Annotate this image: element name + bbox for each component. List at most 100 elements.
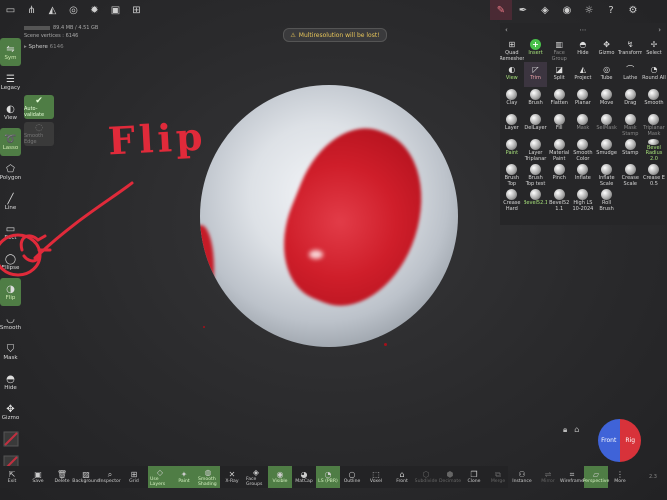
bottom-label: Exit <box>7 479 17 484</box>
bottom-visible-button[interactable]: ◉ Visible <box>268 466 292 488</box>
bottom-merge-button[interactable]: ⧉ Merge <box>486 466 510 488</box>
tool-crease-scale[interactable]: Crease Scale <box>618 162 642 187</box>
bottom-more-button[interactable]: ⋮ More <box>608 466 632 488</box>
lock-icon[interactable]: 🔒︎ <box>563 425 567 435</box>
tool-stamp[interactable]: Stamp <box>618 137 642 162</box>
tool-fill[interactable]: Fill <box>547 112 571 137</box>
tool-trim[interactable]: ◸ Trim <box>523 62 548 87</box>
tool-insert[interactable]: + Insert <box>524 37 548 62</box>
clone-icon: ❐ <box>470 470 478 479</box>
tool-pinch[interactable]: Pinch <box>547 162 571 187</box>
smoothcolor-icon <box>577 139 589 150</box>
tool-inflate[interactable]: Inflate <box>571 162 595 187</box>
bottom-delete-button[interactable]: 🗑︎ Delete <box>50 466 74 488</box>
tool-bevel52-1-1[interactable]: Bevel52 1.1 <box>547 187 571 212</box>
bottom-clone-button[interactable]: ❐ Clone <box>462 466 486 488</box>
tool-mask[interactable]: Mask <box>571 112 595 137</box>
bottom-grid-button[interactable]: ⊞ Grid <box>122 466 146 488</box>
tool-brush[interactable]: Brush <box>524 87 548 112</box>
tool-label: High LS 10-2024 <box>572 200 594 212</box>
bottom-front-button[interactable]: ⌂ Front <box>390 466 414 488</box>
bottom-exit-button[interactable]: ⇱ Exit <box>0 466 24 488</box>
palette-icon[interactable]: ◈ <box>534 0 556 20</box>
tool-bevel52-1[interactable]: Bevel52.1 <box>524 187 547 212</box>
tool-high-ls-10-2024[interactable]: High LS 10-2024 <box>571 187 595 212</box>
background-icon: ▨ <box>82 470 90 479</box>
eye-icon[interactable]: ◉ <box>556 0 578 20</box>
tool-bevel-radius-2-0[interactable]: Bevel Radius 2.0 <box>642 137 666 162</box>
tool-crease-hard[interactable]: Crease Hard <box>500 187 524 212</box>
tool-label: Inflate <box>574 175 591 181</box>
tool-brush-top[interactable]: Brush Top <box>500 162 524 187</box>
tool-label: Bevel Radius 2.0 <box>645 144 663 162</box>
pen-icon[interactable]: ✒ <box>512 0 534 20</box>
tool-roll-brush[interactable]: Roll Brush <box>595 187 619 212</box>
bottom-background-button[interactable]: ▨ Background <box>72 466 99 488</box>
tool-dellayer[interactable]: DelLayer <box>524 112 548 137</box>
bottom-use-layers-button[interactable]: ◇ Use Layers <box>148 466 172 488</box>
bottom-inspector-button[interactable]: ⌕ Inspector <box>98 466 122 488</box>
tool-selmask[interactable]: SelMask <box>595 112 619 137</box>
tool-split[interactable]: ◪ Split <box>547 62 571 87</box>
tool-quad-remesher[interactable]: ⊞ Quad Remesher <box>500 37 524 62</box>
view-cube[interactable]: Front Rig <box>598 419 641 462</box>
bottom-subdivide-button[interactable]: ⬡ Subdivide <box>414 466 438 488</box>
tool-lathe[interactable]: ⌒ Lathe <box>618 62 642 87</box>
bottom-label: LS (PBR) <box>318 479 338 484</box>
tool-inflate-scale[interactable]: Inflate Scale <box>595 162 619 187</box>
tool-smooth-color[interactable]: Smooth Color <box>571 137 595 162</box>
tool-tube[interactable]: ◎ Tube <box>595 62 619 87</box>
bottom-paint-button[interactable]: ✦ Paint <box>172 466 196 488</box>
tube-icon: ◎ <box>603 65 611 74</box>
decimate-icon: ⬢ <box>446 470 454 479</box>
tool-gizmo[interactable]: ✥ Gizmo <box>595 37 619 62</box>
bottom-x-ray-button[interactable]: ✕ X-Ray <box>220 466 244 488</box>
tool-flatten[interactable]: Flatten <box>547 87 571 112</box>
tool-move[interactable]: Move <box>595 87 619 112</box>
drag-handle-icon[interactable]: ⋯ <box>580 26 587 34</box>
help-icon[interactable]: ? <box>600 0 622 20</box>
tool-view[interactable]: ◐ View <box>500 62 524 87</box>
tool-clay[interactable]: Clay <box>500 87 524 112</box>
sun-icon[interactable]: ☼ <box>578 0 600 20</box>
bottom-decimate-button[interactable]: ⬢ Decimate <box>438 466 462 488</box>
plus-icon: + <box>530 39 542 50</box>
brush-icon[interactable]: ✎ <box>490 0 512 20</box>
tool-brush-top-test[interactable]: Brush Top test <box>524 162 548 187</box>
tool-select[interactable]: ✢ Select <box>642 37 666 62</box>
tool-layer-triplanar[interactable]: Layer Triplanar <box>524 137 548 162</box>
settings-icon[interactable]: ⚙ <box>622 0 644 20</box>
clay-icon <box>506 89 518 100</box>
bevel521-icon <box>530 189 542 200</box>
camera-icon[interactable]: ⌂ <box>574 425 579 435</box>
bottom-instance-button[interactable]: ⚇ Instance <box>510 466 534 488</box>
tool-round-all[interactable]: ◔ Round All <box>642 62 666 87</box>
bottom-outline-button[interactable]: ○ Outline <box>340 466 364 488</box>
bottom-ls-pbr--button[interactable]: ◔ LS (PBR) <box>316 466 340 488</box>
back-icon[interactable]: ‹ <box>505 26 508 34</box>
tool-triplanar-mask[interactable]: Triplanar Mask <box>642 112 666 137</box>
tool-transform[interactable]: ↯ Transform <box>618 37 642 62</box>
selmask-icon <box>601 114 613 125</box>
bottom-wireframe-button[interactable]: ⌗ Wireframe <box>560 466 584 488</box>
tool-paint[interactable]: Paint <box>500 137 524 162</box>
bottom-perspective-button[interactable]: ▱ Perspective <box>583 466 609 488</box>
tool-drag[interactable]: Drag <box>618 87 642 112</box>
tool-material-paint[interactable]: Material Paint <box>547 137 571 162</box>
tool-planar[interactable]: Planar <box>571 87 595 112</box>
forward-icon[interactable]: › <box>658 26 661 34</box>
bottom-mirror-button[interactable]: ⇌ Mirror <box>536 466 560 488</box>
bottom-matcap-button[interactable]: ◕ MatCap <box>292 466 316 488</box>
bottom-smooth-shading-button[interactable]: ◍ Smooth Shading <box>196 466 220 488</box>
tool-smooth[interactable]: Smooth <box>642 87 666 112</box>
tool-smudge[interactable]: Smudge <box>595 137 619 162</box>
bottom-voxel-button[interactable]: ⬚ Voxel <box>364 466 388 488</box>
tool-hide[interactable]: ◓ Hide <box>571 37 595 62</box>
bottom-face-groups-button[interactable]: ◈ Face Groups <box>244 466 268 488</box>
tool-project[interactable]: ◭ Project <box>571 62 595 87</box>
tool-crease-e-0-5[interactable]: Crease E 0.5 <box>642 162 666 187</box>
tool-mask-stamp[interactable]: Mask Stamp <box>618 112 642 137</box>
tool-layer[interactable]: Layer <box>500 112 524 137</box>
tool-face-group[interactable]: ▥ Face Group <box>547 37 571 62</box>
bottom-save-button[interactable]: ▣ Save <box>26 466 50 488</box>
